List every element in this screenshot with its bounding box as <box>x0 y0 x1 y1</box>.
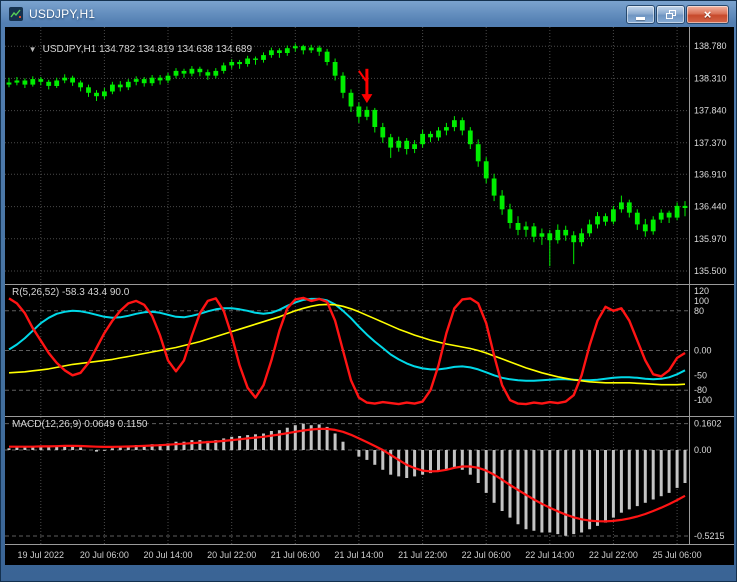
titlebar[interactable]: USDJPY,H1 × <box>1 1 736 27</box>
svg-text:-50: -50 <box>694 370 707 380</box>
svg-text:-80: -80 <box>694 385 707 395</box>
svg-text:120: 120 <box>694 286 709 296</box>
svg-text:0.00: 0.00 <box>694 445 712 455</box>
macd-signal-line <box>9 427 686 523</box>
grid-horizontal <box>5 45 689 272</box>
restore-button[interactable] <box>656 5 685 24</box>
svg-text:137.370: 137.370 <box>694 138 727 148</box>
svg-text:19 Jul 2022: 19 Jul 2022 <box>18 550 65 560</box>
main-chart-legend: USDJPY,H1 134.782 134.819 134.638 134.68… <box>42 44 253 55</box>
svg-text:-0.5215: -0.5215 <box>694 531 725 541</box>
sell-arrow[interactable] <box>358 68 373 104</box>
svg-text:0.00: 0.00 <box>694 346 712 356</box>
restore-icon <box>665 10 676 19</box>
svg-text:22 Jul 22:00: 22 Jul 22:00 <box>589 550 638 560</box>
svg-text:20 Jul 06:00: 20 Jul 06:00 <box>80 550 129 560</box>
time-axis[interactable]: 19 Jul 2022 20 Jul 06:00 20 Jul 14:00 20 Ju… <box>18 550 702 560</box>
svg-text:22 Jul 06:00: 22 Jul 06:00 <box>462 550 511 560</box>
svg-text:135.500: 135.500 <box>694 266 727 276</box>
svg-text:21 Jul 06:00: 21 Jul 06:00 <box>271 550 320 560</box>
svg-text:20 Jul 22:00: 20 Jul 22:00 <box>207 550 256 560</box>
svg-text:137.840: 137.840 <box>694 106 727 116</box>
minimize-icon <box>636 17 645 20</box>
svg-text:136.440: 136.440 <box>694 202 727 212</box>
svg-text:25 Jul 06:00: 25 Jul 06:00 <box>653 550 702 560</box>
minimize-button[interactable] <box>626 5 655 24</box>
svg-text:138.780: 138.780 <box>694 41 727 51</box>
svg-text:135.970: 135.970 <box>694 234 727 244</box>
candles <box>6 43 688 267</box>
svg-text:-100: -100 <box>694 395 712 405</box>
panel-separators[interactable] <box>5 27 734 545</box>
osc-yellow-line <box>8 303 686 386</box>
indicator-legend-r: R(5,26,52) -58.3 43.4 90.0 <box>12 287 130 298</box>
window-title: USDJPY,H1 <box>29 7 96 21</box>
svg-text:22 Jul 14:00: 22 Jul 14:00 <box>525 550 574 560</box>
close-button[interactable]: × <box>686 5 729 24</box>
indicator-legend-macd: MACD(12,26,9) 0.0649 0.1150 <box>12 419 148 430</box>
svg-text:100: 100 <box>694 296 709 306</box>
svg-text:21 Jul 14:00: 21 Jul 14:00 <box>334 550 383 560</box>
svg-text:21 Jul 22:00: 21 Jul 22:00 <box>398 550 447 560</box>
app-window: USDJPY,H1 × 138.780 138.310 137.840 137.370… <box>0 0 737 582</box>
svg-text:0.1602: 0.1602 <box>694 419 722 429</box>
main-chart-legend-row: ▼ USDJPY,H1 134.782 134.819 134.638 134.6… <box>12 32 252 68</box>
chart-window-icon <box>9 7 23 21</box>
window-controls: × <box>626 5 729 24</box>
close-icon: × <box>703 7 712 22</box>
chart-area[interactable]: 138.780 138.310 137.840 137.370 136.910 136.4… <box>5 27 734 565</box>
chevron-down-icon[interactable]: ▼ <box>29 45 37 54</box>
svg-text:136.910: 136.910 <box>694 169 727 179</box>
price-scale[interactable]: 138.780 138.310 137.840 137.370 136.910 136.4… <box>694 41 727 541</box>
svg-text:138.310: 138.310 <box>694 73 727 83</box>
svg-text:80: 80 <box>694 306 704 316</box>
svg-text:20 Jul 14:00: 20 Jul 14:00 <box>143 550 192 560</box>
